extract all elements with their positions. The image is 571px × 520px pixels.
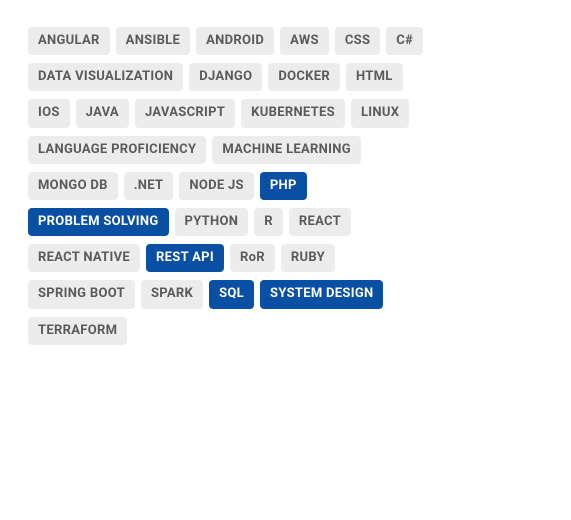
tag-r[interactable]: R bbox=[254, 208, 283, 236]
tag-sql[interactable]: SQL bbox=[209, 280, 254, 308]
tag-filter-container: ANGULARANSIBLEANDROIDAWSCSSC# DATA VISUAL… bbox=[28, 27, 438, 345]
tag-system-design[interactable]: SYSTEM DESIGN bbox=[260, 280, 383, 308]
tag-python[interactable]: PYTHON bbox=[175, 208, 249, 236]
tag-spring-boot[interactable]: SPRING BOOT bbox=[28, 280, 135, 308]
tag-react[interactable]: REACT bbox=[289, 208, 351, 236]
tag-linux[interactable]: LINUX bbox=[351, 99, 409, 127]
tag-android[interactable]: ANDROID bbox=[196, 27, 274, 55]
tag-ios[interactable]: IOS bbox=[28, 99, 70, 127]
tag-c[interactable]: C# bbox=[386, 27, 423, 55]
tag-problem-solving[interactable]: PROBLEM SOLVING bbox=[28, 208, 169, 236]
tag-javascript[interactable]: JAVASCRIPT bbox=[135, 99, 235, 127]
tag-java[interactable]: JAVA bbox=[76, 99, 129, 127]
tag-terraform[interactable]: TERRAFORM bbox=[28, 317, 127, 345]
tag-node-js[interactable]: NODE JS bbox=[179, 172, 254, 200]
tag-ruby[interactable]: RUBY bbox=[281, 244, 335, 272]
tag-kubernetes[interactable]: KUBERNETES bbox=[241, 99, 345, 127]
tag-language-proficiency[interactable]: LANGUAGE PROFICIENCY bbox=[28, 136, 206, 164]
tag-html[interactable]: HTML bbox=[346, 63, 403, 91]
tag-spark[interactable]: SPARK bbox=[141, 280, 203, 308]
tag-django[interactable]: DJANGO bbox=[189, 63, 262, 91]
tag-net[interactable]: .NET bbox=[124, 172, 174, 200]
tag-machine-learning[interactable]: MACHINE LEARNING bbox=[212, 136, 361, 164]
tag-rest-api[interactable]: REST API bbox=[146, 244, 224, 272]
tag-css[interactable]: CSS bbox=[335, 27, 380, 55]
tag-php[interactable]: PHP bbox=[260, 172, 307, 200]
tag-ansible[interactable]: ANSIBLE bbox=[116, 27, 190, 55]
tag-react-native[interactable]: REACT NATIVE bbox=[28, 244, 140, 272]
tag-ror[interactable]: RoR bbox=[230, 244, 275, 272]
tag-mongo-db[interactable]: MONGO DB bbox=[28, 172, 118, 200]
tag-angular[interactable]: ANGULAR bbox=[28, 27, 110, 55]
tag-data-visualization[interactable]: DATA VISUALIZATION bbox=[28, 63, 183, 91]
tag-aws[interactable]: AWS bbox=[280, 27, 329, 55]
tag-docker[interactable]: DOCKER bbox=[268, 63, 340, 91]
